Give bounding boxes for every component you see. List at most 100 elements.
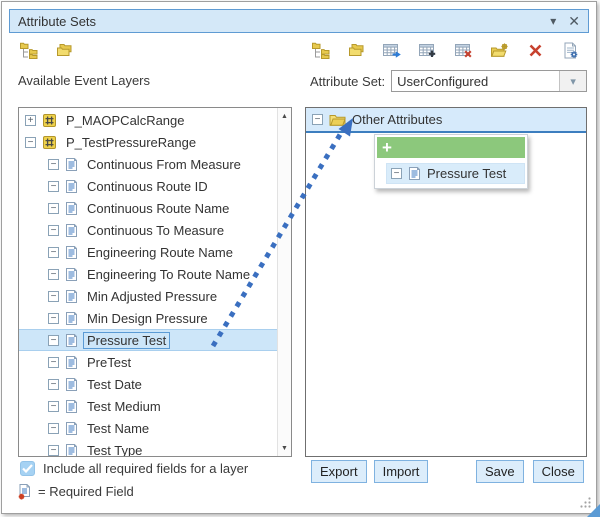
field-icon (65, 223, 78, 238)
collapse-icon[interactable]: − (48, 423, 59, 434)
collapse-icon[interactable]: − (48, 247, 59, 258)
tree-item-label: Min Design Pressure (84, 311, 211, 326)
available-layers-tree-panel[interactable]: +P_MAOPCalcRange−P_TestPressureRange−Con… (18, 107, 292, 457)
collapse-icon[interactable]: − (48, 203, 59, 214)
open-folder-icon (329, 113, 346, 126)
toolbar-button-table-remove[interactable] (451, 38, 477, 62)
tree-item[interactable]: −Test Type (19, 439, 278, 457)
collapse-icon[interactable]: − (48, 181, 59, 192)
collapse-icon[interactable]: − (48, 291, 59, 302)
toolbar-left (16, 38, 78, 62)
attribute-set-label: Attribute Set: (310, 74, 385, 89)
tree-item[interactable]: − Continuous Route Name (19, 197, 278, 219)
tree-item[interactable]: − Pressure Test (19, 329, 278, 351)
other-attributes-row[interactable]: − Other Attributes (306, 108, 586, 133)
collapse-icon[interactable]: ▾ (550, 15, 556, 27)
toolbar-button-folders[interactable] (52, 38, 78, 62)
collapse-icon[interactable]: − (48, 445, 59, 456)
close-button[interactable]: Close (533, 460, 584, 483)
attribute-set-combobox[interactable]: UserConfigured ▾ (391, 70, 587, 92)
field-icon (408, 166, 421, 181)
tree-item[interactable]: −Engineering To Route Name (19, 263, 278, 285)
drag-ghost: + − Pressure Test (374, 134, 528, 189)
attribute-set-panel[interactable]: − Other Attributes + − Pressure Test (305, 107, 587, 457)
tree-item-label: Test Date (84, 377, 145, 392)
toolbar-button-table-export[interactable] (379, 38, 405, 62)
tree-item[interactable]: − Test Date (19, 373, 278, 395)
folders-icon (348, 43, 366, 57)
field-icon (65, 421, 78, 436)
scroll-down-icon[interactable]: ▼ (278, 441, 291, 455)
tree-item[interactable]: − Min Adjusted Pressure (19, 285, 278, 307)
tree-item[interactable]: −Continuous To Measure (19, 219, 278, 241)
collapse-icon[interactable]: − (48, 225, 59, 236)
required-field-legend: = Required Field (17, 483, 134, 500)
collapse-icon[interactable]: − (48, 313, 59, 324)
toolbar-button-tree-expand[interactable] (308, 38, 334, 62)
collapse-icon[interactable]: − (48, 379, 59, 390)
tree-item[interactable]: +P_MAOPCalcRange (19, 109, 278, 131)
delete-icon (528, 43, 543, 58)
save-button[interactable]: Save (476, 460, 524, 483)
collapse-icon[interactable]: − (48, 159, 59, 170)
tree-item-label: Continuous Route ID (84, 179, 211, 194)
expand-icon[interactable]: + (25, 115, 36, 126)
tree-item[interactable]: − Min Design Pressure (19, 307, 278, 329)
field-icon (65, 179, 78, 194)
attribute-set-row: Attribute Set: UserConfigured ▾ (310, 70, 587, 92)
export-button[interactable]: Export (311, 460, 367, 483)
tree-item[interactable]: −Test Name (19, 417, 278, 439)
event-layer-icon (42, 135, 57, 150)
tree-item-label: Pressure Test (84, 333, 169, 348)
toolbar-button-folders[interactable] (344, 38, 370, 62)
collapse-icon: − (391, 168, 402, 179)
field-icon (65, 377, 78, 392)
collapse-icon[interactable]: − (48, 335, 59, 346)
available-layers-heading: Available Event Layers (18, 73, 150, 88)
window-title: Attribute Sets (18, 14, 538, 29)
collapse-icon[interactable]: − (48, 357, 59, 368)
tree-expand-icon (311, 41, 332, 59)
other-attributes-label: Other Attributes (352, 112, 442, 127)
tree-item-label: Continuous From Measure (84, 157, 244, 172)
tree-item[interactable]: − Continuous From Measure (19, 153, 278, 175)
import-button[interactable]: Import (374, 460, 429, 483)
table-export-icon (382, 43, 402, 58)
title-bar[interactable]: Attribute Sets ▾ ✕ (9, 9, 589, 33)
tree-item-label: Continuous Route Name (84, 201, 232, 216)
vertical-scrollbar[interactable]: ▲ ▼ (277, 108, 291, 456)
page-settings-icon (563, 42, 579, 59)
collapse-icon[interactable]: − (48, 401, 59, 412)
tree-item[interactable]: −Test Medium (19, 395, 278, 417)
field-icon (65, 289, 78, 304)
plus-icon: + (382, 139, 392, 156)
include-required-label: Include all required fields for a layer (43, 461, 248, 476)
include-required-row: Include all required fields for a layer (20, 461, 248, 476)
table-add-icon (418, 43, 438, 58)
toolbar-button-table-add[interactable] (415, 38, 441, 62)
tree-list: +P_MAOPCalcRange−P_TestPressureRange−Con… (19, 109, 278, 457)
tree-item[interactable]: −Engineering Route Name (19, 241, 278, 263)
tree-item-label: Min Adjusted Pressure (84, 289, 220, 304)
scroll-up-icon[interactable]: ▲ (278, 109, 291, 123)
tree-item[interactable]: −PreTest (19, 351, 278, 373)
field-icon (65, 399, 78, 414)
toolbar-button-folder-new[interactable] (487, 38, 513, 62)
toolbar-button-delete[interactable] (522, 38, 548, 62)
collapse-icon[interactable]: − (48, 269, 59, 280)
collapse-icon[interactable]: − (312, 114, 323, 125)
toolbar-button-tree-expand[interactable] (16, 38, 42, 62)
close-icon[interactable]: ✕ (568, 14, 580, 28)
toolbar-button-page-settings[interactable] (558, 38, 584, 62)
tree-item[interactable]: − Continuous Route ID (19, 175, 278, 197)
chevron-down-icon[interactable]: ▾ (559, 71, 586, 91)
collapse-icon[interactable]: − (25, 137, 36, 148)
window-resize-corner[interactable] (587, 504, 600, 517)
attribute-set-value: UserConfigured (392, 74, 559, 89)
save-close-group: Save Close (476, 460, 584, 483)
tree-expand-icon (19, 41, 40, 59)
folder-new-icon (490, 43, 509, 58)
event-layer-icon (42, 113, 57, 128)
include-required-checkbox[interactable] (20, 461, 35, 476)
tree-item[interactable]: −P_TestPressureRange (19, 131, 278, 153)
